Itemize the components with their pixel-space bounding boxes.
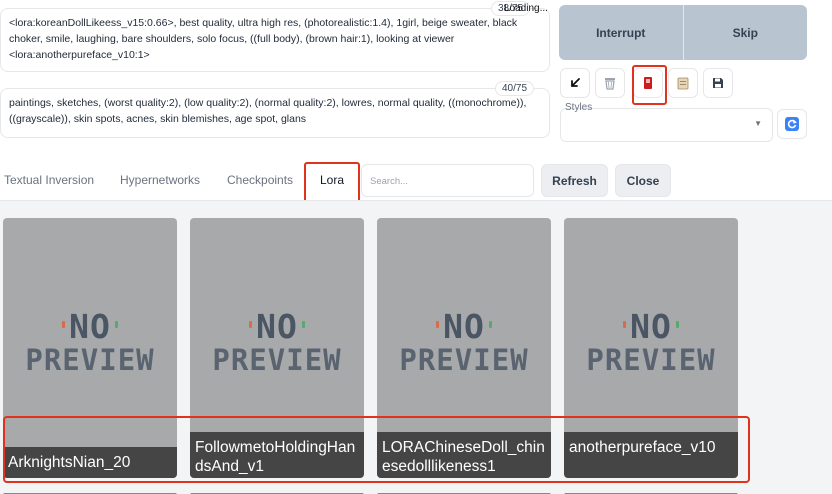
decor-dot xyxy=(489,321,492,328)
clear-prompt-button[interactable] xyxy=(595,68,625,98)
search-input[interactable]: Search... xyxy=(361,164,534,197)
no-preview-image: NO PREVIEW xyxy=(3,307,177,377)
decor-dot xyxy=(623,321,626,328)
generate-controls: Interrupt Skip xyxy=(559,5,807,60)
styles-label: Styles xyxy=(565,102,593,113)
styles-dropdown[interactable]: ▼ xyxy=(560,108,773,142)
positive-token-counter: 38/75 Loading... xyxy=(491,1,548,16)
clipboard-icon xyxy=(677,77,689,90)
loading-overlay-text: Loading... xyxy=(504,3,548,14)
no-preview-line2: PREVIEW xyxy=(399,343,529,377)
no-preview-line1: NO xyxy=(443,307,485,346)
decor-dot xyxy=(249,321,252,328)
paste-prompt-button[interactable] xyxy=(560,68,590,98)
paste-arrow-icon xyxy=(571,78,580,87)
no-preview-image: NO PREVIEW xyxy=(564,307,738,377)
close-button[interactable]: Close xyxy=(615,164,671,197)
decor-dot xyxy=(676,321,679,328)
interrupt-button[interactable]: Interrupt xyxy=(559,5,683,60)
save-icon xyxy=(713,78,723,88)
tab-lora[interactable]: Lora xyxy=(320,173,344,187)
refresh-button[interactable]: Refresh xyxy=(541,164,608,197)
tab-hypernetworks[interactable]: Hypernetworks xyxy=(120,173,200,187)
decor-dot xyxy=(302,321,305,328)
no-preview-line1: NO xyxy=(69,307,111,346)
no-preview-line1: NO xyxy=(256,307,298,346)
chevron-down-icon: ▼ xyxy=(754,119,762,128)
decor-dot xyxy=(62,321,65,328)
no-preview-image: NO PREVIEW xyxy=(377,307,551,377)
refresh-styles-button[interactable] xyxy=(777,109,807,139)
extra-networks-highlight xyxy=(632,65,667,105)
no-preview-line1: NO xyxy=(630,307,672,346)
skip-button[interactable]: Skip xyxy=(682,5,808,60)
negative-prompt-textarea[interactable]: paintings, sketches, (worst quality:2), … xyxy=(0,88,550,138)
tab-checkpoints[interactable]: Checkpoints xyxy=(227,173,293,187)
trash-icon xyxy=(605,78,615,90)
negative-token-counter: 40/75 xyxy=(495,81,535,96)
positive-prompt-textarea[interactable]: <lora:koreanDollLikeess_v15:0.66>, best … xyxy=(0,8,550,72)
no-preview-image: NO PREVIEW xyxy=(190,307,364,377)
save-style-button[interactable] xyxy=(703,68,733,98)
apply-style-button[interactable] xyxy=(668,68,698,98)
no-preview-line2: PREVIEW xyxy=(25,343,155,377)
decor-dot xyxy=(115,321,118,328)
decor-dot xyxy=(436,321,439,328)
tab-textual-inversion[interactable]: Textual Inversion xyxy=(4,173,94,187)
card-names-highlight xyxy=(3,416,750,483)
no-preview-line2: PREVIEW xyxy=(212,343,342,377)
refresh-icon xyxy=(785,117,799,131)
no-preview-line2: PREVIEW xyxy=(586,343,716,377)
